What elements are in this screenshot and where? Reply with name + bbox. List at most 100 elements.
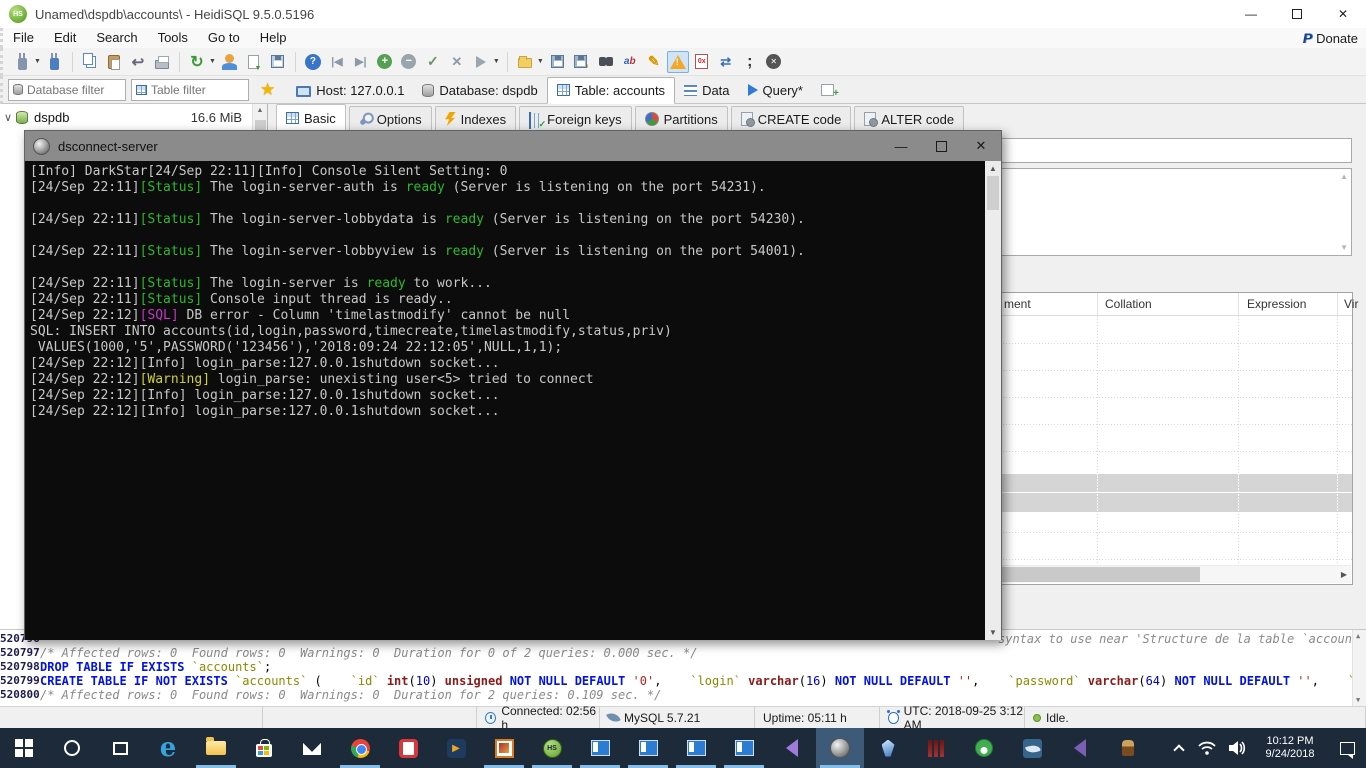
refresh-icon[interactable]: ↻ bbox=[186, 51, 208, 73]
apply-changes-icon[interactable]: ✓ bbox=[422, 51, 444, 73]
disconnect-icon[interactable] bbox=[44, 51, 66, 73]
tab-alter-code[interactable]: ALTER code bbox=[854, 106, 964, 131]
taskbar-sprite-app-icon[interactable] bbox=[1104, 728, 1152, 768]
scroll-down-icon[interactable]: ▼ bbox=[989, 628, 997, 637]
taskbar-crystal-app-icon[interactable] bbox=[864, 728, 912, 768]
taskbar-visual-studio-icon[interactable] bbox=[768, 728, 816, 768]
paste-icon[interactable] bbox=[103, 51, 125, 73]
first-record-icon[interactable]: |◀ bbox=[326, 51, 348, 73]
tray-clock[interactable]: 10:12 PM9/24/2018 bbox=[1252, 728, 1328, 768]
wifi-icon[interactable] bbox=[1192, 728, 1222, 768]
scroll-up-icon[interactable]: ▲ bbox=[1340, 172, 1348, 181]
reconnect-icon[interactable]: ⇄ bbox=[715, 51, 737, 73]
menu-edit[interactable]: Edit bbox=[44, 30, 86, 45]
dropdown-arrow-icon[interactable]: ▼ bbox=[537, 58, 544, 65]
print-icon[interactable] bbox=[151, 51, 173, 73]
minimize-button[interactable]: — bbox=[1228, 0, 1274, 28]
table-filter[interactable] bbox=[131, 79, 249, 101]
table-filter-input[interactable] bbox=[151, 83, 241, 97]
scroll-up-icon[interactable]: ▲ bbox=[989, 164, 997, 173]
run-query-icon[interactable] bbox=[470, 51, 492, 73]
find-icon[interactable] bbox=[595, 51, 617, 73]
sql-log[interactable]: 520796 syntax to use near 'Structure de … bbox=[0, 629, 1366, 706]
column-header[interactable]: Vir bbox=[1344, 297, 1358, 311]
taskbar-mysql-workbench-icon[interactable] bbox=[1008, 728, 1056, 768]
log-scrollbar[interactable]: ▲ ▼ bbox=[1352, 630, 1366, 706]
taskbar-game-app-icon[interactable] bbox=[480, 728, 528, 768]
taskbar-app-window-3-icon[interactable] bbox=[672, 728, 720, 768]
scroll-right-icon[interactable]: ▶ bbox=[1341, 570, 1347, 579]
database-filter[interactable] bbox=[8, 79, 126, 101]
taskbar-green-app-icon[interactable] bbox=[960, 728, 1008, 768]
taskbar-start-icon[interactable] bbox=[0, 728, 48, 768]
dropdown-arrow-icon[interactable]: ▼ bbox=[34, 58, 41, 65]
close-button[interactable]: ✕ bbox=[1320, 0, 1366, 28]
replace-icon[interactable]: ab bbox=[619, 51, 641, 73]
tray-expand-chevron-icon[interactable] bbox=[1166, 728, 1192, 768]
save-icon[interactable] bbox=[547, 51, 569, 73]
export-database-icon[interactable] bbox=[243, 51, 265, 73]
session-manager-icon[interactable] bbox=[11, 51, 33, 73]
copy-data-icon[interactable] bbox=[267, 51, 289, 73]
taskbar-app-window-2-icon[interactable] bbox=[624, 728, 672, 768]
tab-data[interactable]: Data bbox=[675, 77, 738, 104]
tab-basic[interactable]: Basic bbox=[276, 104, 346, 131]
menu-tools[interactable]: Tools bbox=[148, 30, 198, 45]
maximize-button[interactable] bbox=[1274, 0, 1320, 28]
undo-icon[interactable]: ↩ bbox=[127, 51, 149, 73]
taskbar-paint-app-icon[interactable] bbox=[384, 728, 432, 768]
scroll-up-icon[interactable]: ▲ bbox=[1356, 632, 1360, 640]
tab-options[interactable]: Options bbox=[349, 106, 432, 131]
taskbar-app-window-1-icon[interactable] bbox=[576, 728, 624, 768]
tab-indexes[interactable]: Indexes bbox=[435, 106, 517, 131]
menu-search[interactable]: Search bbox=[86, 30, 147, 45]
discard-changes-icon[interactable]: ✕ bbox=[446, 51, 468, 73]
tab-query-[interactable]: Query* bbox=[739, 77, 812, 104]
load-sql-file-icon[interactable] bbox=[514, 51, 536, 73]
scroll-down-icon[interactable]: ▼ bbox=[1340, 243, 1348, 252]
scroll-down-icon[interactable]: ▼ bbox=[1356, 696, 1360, 704]
user-manager-icon[interactable] bbox=[219, 51, 241, 73]
taskbar-heidisql-icon[interactable]: HS bbox=[528, 728, 576, 768]
menu-file[interactable]: File bbox=[3, 30, 44, 45]
taskbar-store-icon[interactable] bbox=[240, 728, 288, 768]
delete-record-icon[interactable]: − bbox=[398, 51, 420, 73]
tree-item-dspdb[interactable]: ∨ dspdb 16.6 MiB bbox=[0, 106, 250, 128]
tab-new-query[interactable]: + bbox=[812, 77, 853, 104]
stop-on-error-icon[interactable] bbox=[667, 51, 689, 73]
taskbar-edge-icon[interactable]: e bbox=[144, 728, 192, 768]
taskbar-red-game-app-icon[interactable] bbox=[912, 728, 960, 768]
taskbar-task-view-icon[interactable] bbox=[96, 728, 144, 768]
console-output[interactable]: [Info] DarkStar[24/Sep 22:11][Info] Cons… bbox=[25, 161, 1001, 640]
tab-database-dspdb[interactable]: Database: dspdb bbox=[413, 77, 546, 104]
taskbar-visual-studio-2-icon[interactable] bbox=[1056, 728, 1104, 768]
console-window[interactable]: dsconnect-server — ✕ [Info] DarkStar[24/… bbox=[24, 130, 1002, 640]
database-filter-input[interactable] bbox=[27, 83, 117, 97]
beautify-icon[interactable]: ✎ bbox=[643, 51, 665, 73]
column-header[interactable]: Collation bbox=[1105, 297, 1152, 311]
column-header[interactable]: Expression bbox=[1247, 297, 1306, 311]
last-record-icon[interactable]: ▶| bbox=[350, 51, 372, 73]
dropdown-arrow-icon[interactable]: ▼ bbox=[209, 58, 216, 65]
taskbar-potplayer-icon[interactable]: ▶ bbox=[432, 728, 480, 768]
taskbar-cortana-search-icon[interactable] bbox=[48, 728, 96, 768]
scroll-up-icon[interactable]: ▲ bbox=[253, 104, 267, 114]
column-header[interactable]: ment bbox=[1004, 297, 1031, 311]
tab-foreign-keys[interactable]: Foreign keys bbox=[519, 106, 631, 131]
console-maximize-button[interactable] bbox=[921, 131, 961, 161]
action-center-icon[interactable] bbox=[1328, 728, 1366, 768]
tab-partitions[interactable]: Partitions bbox=[635, 106, 728, 131]
cancel-0x-icon[interactable]: 0x bbox=[691, 51, 713, 73]
tab-create-code[interactable]: CREATE code bbox=[731, 106, 852, 131]
console-title-bar[interactable]: dsconnect-server — ✕ bbox=[25, 131, 1001, 161]
taskbar-app-window-4-icon[interactable] bbox=[720, 728, 768, 768]
save-as-icon[interactable]: ✎ bbox=[571, 51, 593, 73]
add-record-icon[interactable]: + bbox=[374, 51, 396, 73]
volume-icon[interactable] bbox=[1222, 728, 1252, 768]
tab-host-127-0-0-1[interactable]: Host: 127.0.0.1 bbox=[287, 77, 413, 104]
donate-link[interactable]: P Donate bbox=[1303, 28, 1358, 48]
semicolon-delimiter-icon[interactable]: ; bbox=[739, 51, 761, 73]
console-close-button[interactable]: ✕ bbox=[961, 131, 1001, 161]
favorites-star-icon[interactable]: ★ bbox=[260, 81, 275, 98]
taskbar-dsconnect-server-icon[interactable] bbox=[816, 728, 864, 768]
